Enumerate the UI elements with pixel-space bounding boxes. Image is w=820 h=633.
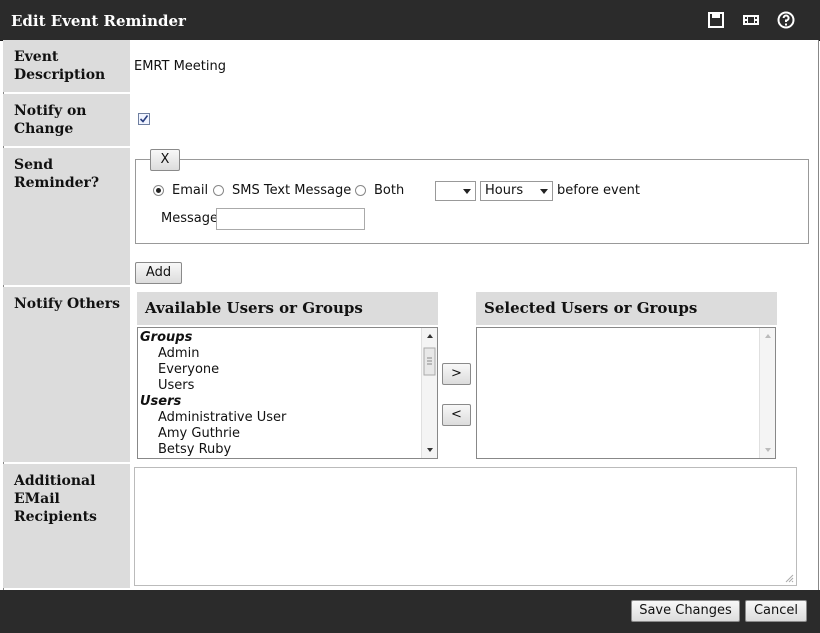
list-item[interactable]: Betsy Ruby (158, 442, 231, 457)
sms-radio-label[interactable]: SMS Text Message (232, 183, 351, 198)
message-label: Message (161, 211, 218, 226)
reminder-unit-select[interactable]: Hours (480, 181, 553, 201)
film-icon[interactable] (742, 11, 760, 29)
help-icon[interactable] (777, 11, 795, 29)
email-radio-label[interactable]: Email (172, 183, 208, 198)
notify-on-change-checkbox[interactable] (138, 113, 150, 125)
before-event-text: before event (557, 183, 640, 198)
both-radio[interactable] (355, 185, 366, 196)
list-item[interactable]: Administrative User (158, 410, 286, 425)
additional-recipients-label: Additional EMail Recipients (3, 464, 130, 588)
add-to-selected-button[interactable]: > (442, 363, 471, 385)
notify-others-label: Notify Others (3, 287, 130, 462)
list-group-header: Groups (140, 330, 193, 345)
list-item[interactable]: Users (158, 378, 194, 393)
remove-from-selected-button[interactable]: < (442, 404, 471, 426)
window-title: Edit Event Reminder (11, 12, 186, 30)
send-reminder-label: Send Reminder? (3, 148, 130, 285)
remove-reminder-button[interactable]: X (150, 149, 180, 171)
event-description-value: EMRT Meeting (134, 59, 227, 74)
sms-radio[interactable] (213, 185, 224, 196)
reminder-fieldset (135, 159, 809, 244)
additional-recipients-textarea[interactable] (134, 467, 797, 586)
both-radio-label[interactable]: Both (374, 183, 404, 198)
title-bar: Edit Event Reminder (0, 0, 820, 41)
save-changes-button[interactable]: Save Changes (631, 600, 740, 622)
add-reminder-button[interactable]: Add (135, 262, 182, 284)
available-users-list[interactable]: Groups Admin Everyone Users Users Admini… (137, 327, 438, 459)
list-item[interactable]: Everyone (158, 362, 219, 377)
email-radio[interactable] (153, 185, 164, 196)
cancel-button[interactable]: Cancel (745, 600, 807, 622)
chevron-down-icon (463, 189, 471, 194)
list-group-header: Users (140, 394, 182, 409)
available-list-scrollbar[interactable] (421, 328, 437, 458)
selected-list-scrollbar[interactable] (759, 328, 775, 458)
event-description-label: Event Description (3, 40, 130, 92)
available-users-header: Available Users or Groups (137, 292, 438, 325)
message-input[interactable] (216, 208, 365, 230)
list-item[interactable]: Amy Guthrie (158, 426, 240, 441)
selected-users-header: Selected Users or Groups (476, 292, 777, 325)
selected-users-list[interactable] (476, 327, 776, 459)
list-item[interactable]: Admin (158, 346, 199, 361)
notify-on-change-label: Notify on Change (3, 94, 130, 146)
reminder-amount-select[interactable] (435, 181, 476, 201)
resize-handle-icon[interactable] (784, 573, 794, 583)
chevron-down-icon (540, 189, 548, 194)
save-icon[interactable] (707, 11, 725, 29)
